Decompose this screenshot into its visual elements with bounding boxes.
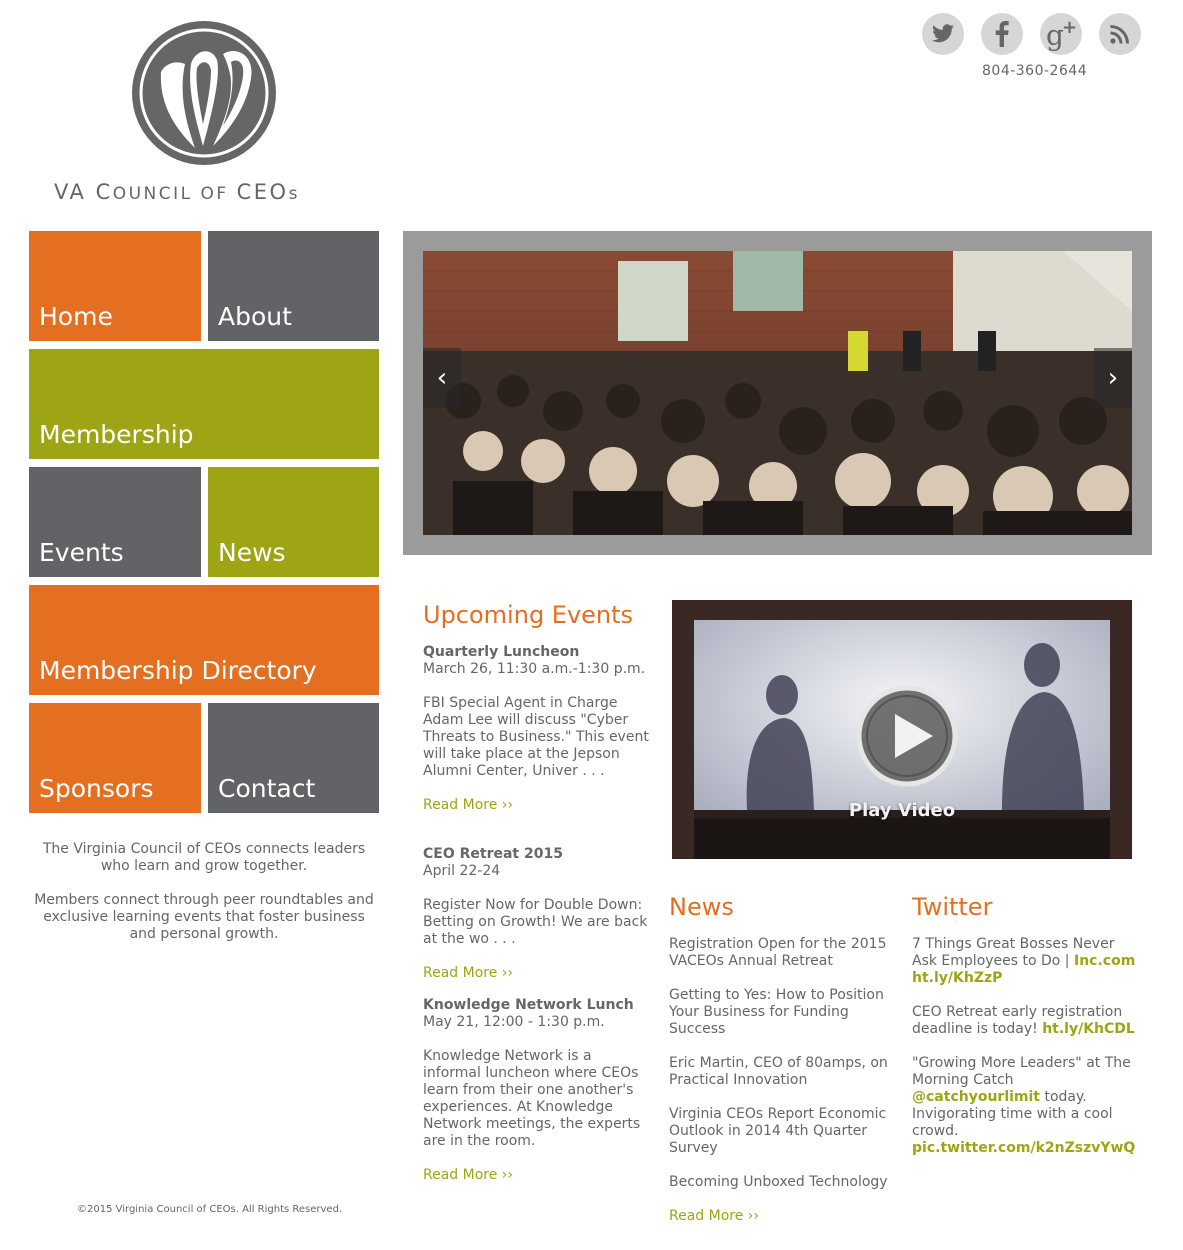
event-title[interactable]: CEO Retreat 2015 (423, 846, 653, 863)
footer-copyright: ©2015 Virginia Council of CEOs. All Righ… (77, 1204, 343, 1215)
tweet-text: "Growing More Leaders" at The Morning Ca… (912, 1055, 1131, 1088)
nav-contact-label: Contact (218, 774, 316, 803)
news-item[interactable]: Eric Martin, CEO of 80amps, on Practical… (669, 1055, 889, 1089)
slider-prev-button[interactable]: ‹ (423, 348, 461, 408)
social-links: g + (922, 13, 1142, 55)
tweet: "Growing More Leaders" at The Morning Ca… (912, 1055, 1142, 1157)
nav-membership-label: Membership (39, 420, 194, 449)
logo-text-part: VA C (54, 180, 113, 204)
event-read-more-link[interactable]: Read More ›› (423, 965, 653, 982)
nav-membership-directory[interactable]: Membership Directory (29, 585, 379, 695)
twitter-heading: Twitter (912, 893, 993, 921)
nav-news-label: News (218, 538, 286, 567)
news-item[interactable]: Becoming Unboxed Technology (669, 1174, 889, 1191)
event-date: March 26, 11:30 a.m.-1:30 p.m. (423, 661, 646, 677)
nav-news[interactable]: News (208, 467, 379, 577)
play-icon[interactable] (855, 684, 959, 788)
event-item: Quarterly Luncheon March 26, 11:30 a.m.-… (423, 644, 653, 814)
video-player[interactable]: Play Video (672, 600, 1132, 859)
event-item: Knowledge Network Lunch May 21, 12:00 - … (423, 997, 653, 1184)
logo-emblem-icon (132, 21, 276, 165)
news-item[interactable]: Virginia CEOs Report Economic Outlook in… (669, 1106, 889, 1157)
intro-paragraph-2: Members connect through peer roundtables… (34, 892, 374, 942)
nav-membership[interactable]: Membership (29, 349, 379, 459)
nav-sponsors-label: Sponsors (39, 774, 154, 803)
intro-paragraph-1: The Virginia Council of CEOs connects le… (42, 841, 366, 874)
google-plus-icon[interactable]: g + (1040, 13, 1082, 55)
facebook-icon[interactable] (981, 13, 1023, 55)
events-heading: Upcoming Events (423, 601, 634, 629)
logo-text-part: CEO (236, 180, 289, 204)
event-description: FBI Special Agent in Charge Adam Lee wil… (423, 695, 649, 779)
play-video-label: Play Video (848, 800, 956, 821)
nav-events[interactable]: Events (29, 467, 201, 577)
event-read-more-link[interactable]: Read More ›› (423, 797, 653, 814)
logo-text-part: s (288, 184, 300, 204)
tweet: 7 Things Great Bosses Never Ask Employee… (912, 936, 1142, 987)
nav-sponsors[interactable]: Sponsors (29, 703, 201, 813)
event-title[interactable]: Knowledge Network Lunch (423, 997, 653, 1014)
nav-home-label: Home (39, 302, 113, 331)
event-date: April 22-24 (423, 863, 501, 879)
twitter-feed: 7 Things Great Bosses Never Ask Employee… (912, 936, 1142, 1174)
nav-directory-label: Membership Directory (39, 656, 317, 685)
nav-events-label: Events (39, 538, 124, 567)
tweet-link[interactable]: ht.ly/KhCDL (1042, 1021, 1135, 1037)
rss-icon[interactable] (1099, 13, 1141, 55)
news-item[interactable]: Getting to Yes: How to Position Your Bus… (669, 987, 889, 1038)
tweet-link[interactable]: ht.ly/KhZzP (912, 970, 1002, 986)
site-logo[interactable]: VA COUNCIL OF CEOs (54, 20, 354, 205)
event-read-more-link[interactable]: Read More ›› (423, 1167, 653, 1184)
slider-photo (423, 251, 1132, 535)
nav-about[interactable]: About (208, 231, 379, 341)
tweet-link[interactable]: pic.twitter.com/k2nZszvYwQ (912, 1140, 1135, 1156)
event-title[interactable]: Quarterly Luncheon (423, 644, 653, 661)
image-slider: ‹ › (403, 231, 1152, 555)
news-list: Registration Open for the 2015 VACEOs An… (669, 936, 889, 1225)
logo-wordmark: VA COUNCIL OF CEOs (54, 180, 354, 204)
nav-contact[interactable]: Contact (208, 703, 379, 813)
event-description: Knowledge Network is a informal luncheon… (423, 1048, 641, 1149)
nav-about-label: About (218, 302, 292, 331)
news-item[interactable]: Registration Open for the 2015 VACEOs An… (669, 936, 889, 970)
logo-text-part: OUNCIL OF (112, 184, 237, 204)
slider-next-button[interactable]: › (1094, 348, 1132, 408)
event-description: Register Now for Double Down: Betting on… (423, 897, 648, 947)
tweet: CEO Retreat early registration deadline … (912, 1004, 1142, 1038)
svg-text:+: + (1062, 17, 1077, 38)
event-item: CEO Retreat 2015 April 22-24 Register No… (423, 846, 653, 982)
nav-home[interactable]: Home (29, 231, 201, 341)
twitter-icon[interactable] (922, 13, 964, 55)
news-heading: News (669, 893, 734, 921)
news-read-more-link[interactable]: Read More ›› (669, 1208, 889, 1225)
phone-number: 804-360-2644 (982, 63, 1088, 79)
tweet-link[interactable]: @catchyourlimit (912, 1089, 1040, 1105)
event-date: May 21, 12:00 - 1:30 p.m. (423, 1014, 605, 1030)
tweet-link[interactable]: Inc.com (1074, 953, 1135, 969)
